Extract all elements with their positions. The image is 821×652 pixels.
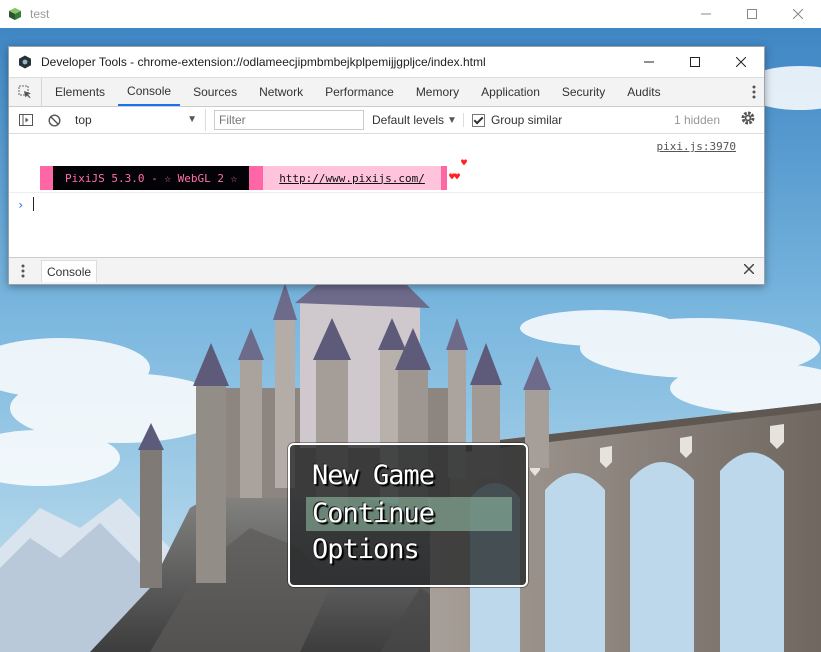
close-icon bbox=[736, 57, 746, 67]
close-button[interactable] bbox=[775, 0, 821, 28]
inspect-icon bbox=[18, 85, 31, 98]
tab-security[interactable]: Security bbox=[553, 78, 614, 106]
more-vert-icon bbox=[21, 264, 25, 278]
devtools-drawer: Console bbox=[9, 257, 764, 284]
hearts-icon: ♥♥ bbox=[449, 172, 460, 183]
tab-elements[interactable]: Elements bbox=[46, 78, 114, 106]
console-toolbar: top ▼ Default levels ▼ Group similar 1 h… bbox=[9, 107, 764, 134]
more-vert-icon bbox=[752, 85, 756, 99]
console-output[interactable]: pixi.js:3970 PixiJS 5.3.0 - ☆ WebGL 2 ☆ … bbox=[9, 134, 764, 258]
clear-console-button[interactable] bbox=[43, 109, 65, 131]
devtools-titlebar: Developer Tools - chrome-extension://odl… bbox=[9, 47, 764, 77]
devtools-icon bbox=[19, 55, 31, 69]
pixi-banner: PixiJS 5.3.0 - ☆ WebGL 2 ☆ http://www.pi… bbox=[40, 166, 447, 190]
drawer-menu-button[interactable] bbox=[9, 264, 37, 278]
gear-icon bbox=[741, 111, 755, 125]
game-window-title: test bbox=[30, 7, 50, 21]
console-source-link[interactable]: pixi.js:3970 bbox=[657, 140, 736, 153]
devtools-close-button[interactable] bbox=[718, 47, 764, 77]
hidden-messages-count: 1 hidden bbox=[673, 113, 720, 127]
devtools-minimize-button[interactable] bbox=[626, 47, 672, 77]
drawer-close-button[interactable] bbox=[743, 263, 755, 277]
group-similar-label: Group similar bbox=[490, 113, 563, 127]
toggle-sidebar-button[interactable] bbox=[15, 109, 37, 131]
log-levels-label: Default levels bbox=[372, 113, 445, 127]
tab-memory[interactable]: Memory bbox=[407, 78, 468, 106]
tab-performance[interactable]: Performance bbox=[316, 78, 403, 106]
banner-pink-block bbox=[249, 166, 264, 190]
console-divider bbox=[9, 192, 764, 193]
pixijs-link[interactable]: http://www.pixijs.com/ bbox=[279, 172, 425, 185]
command-continue[interactable]: Continue bbox=[306, 497, 512, 531]
context-selector[interactable]: top ▼ bbox=[75, 109, 206, 131]
clear-icon bbox=[47, 113, 61, 127]
devtools-maximize-button[interactable] bbox=[672, 47, 718, 77]
console-filter-input[interactable] bbox=[214, 110, 364, 130]
group-similar-checkbox[interactable] bbox=[471, 113, 485, 127]
chevron-down-icon: ▼ bbox=[187, 114, 197, 125]
title-command-window: New Game Continue Options bbox=[288, 443, 528, 587]
inspect-element-button[interactable] bbox=[9, 78, 42, 106]
devtools-title: Developer Tools - chrome-extension://odl… bbox=[41, 55, 486, 69]
close-icon bbox=[743, 263, 755, 275]
maximize-icon bbox=[690, 57, 700, 67]
group-similar-toggle[interactable]: Group similar bbox=[471, 113, 563, 127]
tab-console[interactable]: Console bbox=[118, 78, 181, 106]
close-icon bbox=[793, 9, 803, 19]
command-options[interactable]: Options bbox=[306, 533, 512, 567]
command-new-game[interactable]: New Game bbox=[306, 459, 512, 493]
drawer-tab-console[interactable]: Console bbox=[41, 260, 98, 282]
game-window-titlebar: test bbox=[0, 0, 821, 28]
devtools-tabbar: Elements Console Sources Network Perform… bbox=[9, 77, 764, 107]
console-settings-button[interactable] bbox=[740, 110, 756, 129]
banner-link-block: http://www.pixijs.com/ bbox=[263, 166, 441, 190]
chevron-down-icon: ▼ bbox=[447, 114, 457, 126]
console-input-caret[interactable] bbox=[33, 197, 34, 211]
maximize-icon bbox=[747, 9, 757, 19]
minimize-button[interactable] bbox=[683, 0, 729, 28]
maximize-button[interactable] bbox=[729, 0, 775, 28]
banner-version-text: PixiJS 5.3.0 - ☆ WebGL 2 ☆ bbox=[53, 166, 250, 190]
console-prompt-icon: › bbox=[17, 198, 25, 212]
tab-sources[interactable]: Sources bbox=[184, 78, 246, 106]
tab-network[interactable]: Network bbox=[250, 78, 312, 106]
sidebar-toggle-icon bbox=[19, 114, 33, 126]
devtools-menu-button[interactable] bbox=[752, 78, 756, 106]
devtools-window: Developer Tools - chrome-extension://odl… bbox=[8, 46, 765, 285]
context-selector-value: top bbox=[75, 113, 92, 127]
minimize-icon bbox=[701, 13, 711, 15]
tab-application[interactable]: Application bbox=[472, 78, 549, 106]
minimize-icon bbox=[644, 61, 654, 63]
banner-pink-block bbox=[40, 166, 53, 190]
tab-audits[interactable]: Audits bbox=[618, 78, 669, 106]
heart-icon: ♥ bbox=[461, 158, 468, 169]
banner-pink-block bbox=[440, 166, 447, 190]
log-levels-dropdown[interactable]: Default levels ▼ bbox=[372, 113, 464, 127]
app-icon bbox=[9, 8, 21, 20]
